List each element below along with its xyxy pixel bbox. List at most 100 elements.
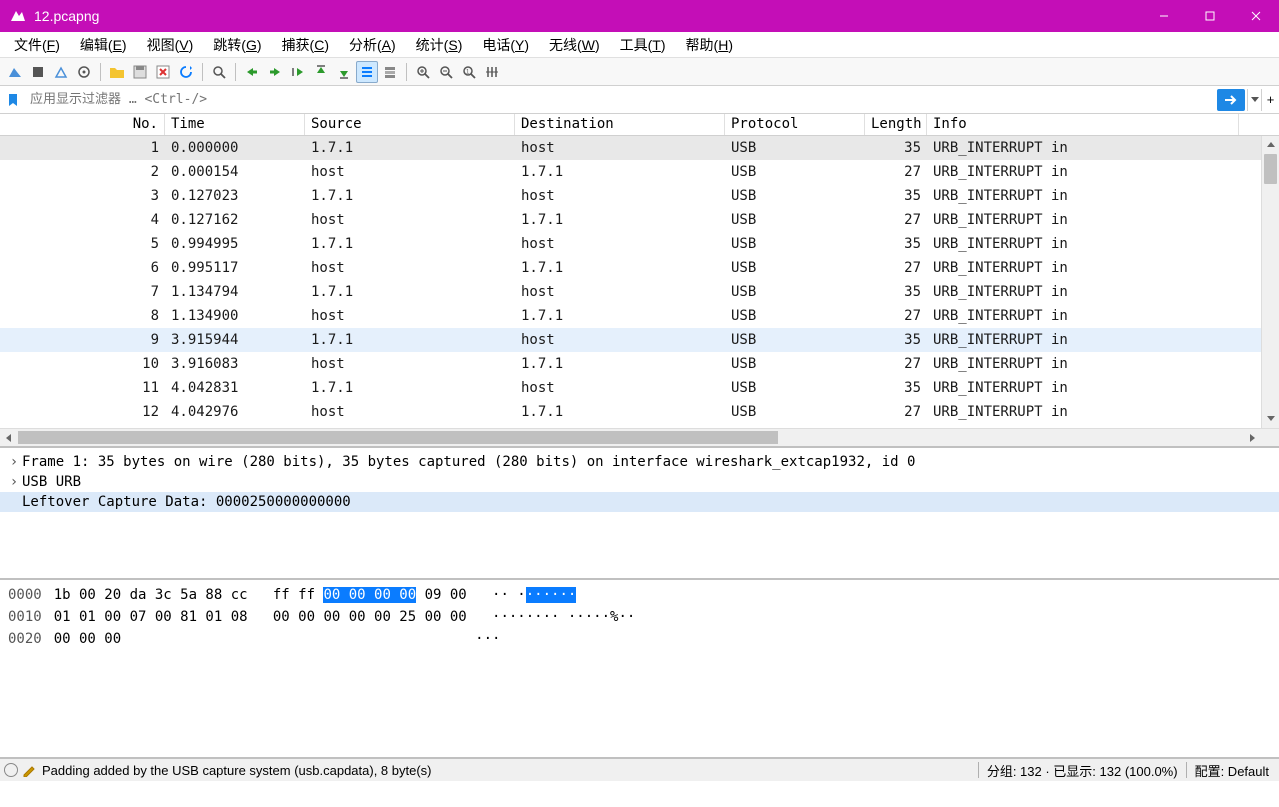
menu-工具t[interactable]: 工具(T) bbox=[612, 33, 674, 57]
menu-统计s[interactable]: 统计(S) bbox=[408, 33, 471, 57]
vertical-scrollbar[interactable] bbox=[1261, 136, 1279, 428]
shark-fin-icon[interactable] bbox=[4, 61, 26, 83]
hex-row[interactable]: 00001b 00 20 da 3c 5a 88 cc ff ff 00 00 … bbox=[8, 584, 1271, 606]
close-file-button[interactable] bbox=[152, 61, 174, 83]
status-bar: Padding added by the USB capture system … bbox=[0, 758, 1279, 781]
packet-row[interactable]: 40.127162host1.7.1USB27URB_INTERRUPT in bbox=[0, 208, 1279, 232]
menu-捕获c[interactable]: 捕获(C) bbox=[274, 33, 337, 57]
menu-分析a[interactable]: 分析(A) bbox=[341, 33, 404, 57]
apply-filter-button[interactable] bbox=[1217, 89, 1245, 111]
scroll-down-button[interactable] bbox=[1262, 410, 1279, 428]
go-back-button[interactable] bbox=[241, 61, 263, 83]
packet-row[interactable]: 81.134900host1.7.1USB27URB_INTERRUPT in bbox=[0, 304, 1279, 328]
menubar: 文件(F)编辑(E)视图(V)跳转(G)捕获(C)分析(A)统计(S)电话(Y)… bbox=[0, 32, 1279, 58]
stop-capture-button[interactable] bbox=[27, 61, 49, 83]
auto-scroll-button[interactable] bbox=[356, 61, 378, 83]
go-forward-button[interactable] bbox=[264, 61, 286, 83]
scroll-up-button[interactable] bbox=[1262, 136, 1279, 154]
window-title: 12.pcapng bbox=[34, 8, 1141, 24]
scrollbar-track[interactable] bbox=[18, 429, 1243, 446]
packet-row[interactable]: 134.2500131.7.1hostUSB35URB INTERRUPT in bbox=[0, 424, 1279, 428]
toolbar-separator bbox=[235, 63, 236, 81]
display-filter-bar: + bbox=[0, 86, 1279, 114]
status-profile[interactable]: 配置: Default bbox=[1189, 761, 1275, 780]
toolbar-separator bbox=[406, 63, 407, 81]
column-header-length[interactable]: Length bbox=[865, 114, 927, 135]
minimize-button[interactable] bbox=[1141, 0, 1187, 32]
menu-帮助h[interactable]: 帮助(H) bbox=[678, 33, 741, 57]
scrollbar-thumb[interactable] bbox=[1264, 154, 1277, 184]
bookmark-icon[interactable] bbox=[2, 89, 24, 111]
display-filter-input[interactable] bbox=[26, 89, 1217, 111]
scrollbar-track[interactable] bbox=[1262, 154, 1279, 410]
scroll-right-button[interactable] bbox=[1243, 429, 1261, 446]
titlebar[interactable]: 12.pcapng bbox=[0, 0, 1279, 32]
packet-row[interactable]: 114.0428311.7.1hostUSB35URB_INTERRUPT in bbox=[0, 376, 1279, 400]
menu-视图v[interactable]: 视图(V) bbox=[139, 33, 202, 57]
expand-icon[interactable]: › bbox=[6, 454, 22, 470]
edit-icon[interactable] bbox=[22, 763, 36, 777]
expand-icon[interactable]: › bbox=[6, 474, 22, 490]
status-packet-count: 分组: 132 · 已显示: 132 (100.0%) bbox=[981, 761, 1184, 780]
menu-电话y[interactable]: 电话(Y) bbox=[474, 33, 537, 57]
go-to-packet-button[interactable] bbox=[287, 61, 309, 83]
resize-columns-button[interactable] bbox=[481, 61, 503, 83]
add-filter-button[interactable]: + bbox=[1261, 89, 1279, 111]
packet-list-header[interactable]: No. Time Source Destination Protocol Len… bbox=[0, 114, 1279, 136]
details-row[interactable]: Leftover Capture Data: 0000250000000000 bbox=[0, 492, 1279, 512]
window-controls bbox=[1141, 0, 1279, 32]
zoom-out-button[interactable] bbox=[435, 61, 457, 83]
scrollbar-thumb[interactable] bbox=[18, 431, 778, 444]
go-last-button[interactable] bbox=[333, 61, 355, 83]
open-file-button[interactable] bbox=[106, 61, 128, 83]
column-header-source[interactable]: Source bbox=[305, 114, 515, 135]
packet-row[interactable]: 50.9949951.7.1hostUSB35URB_INTERRUPT in bbox=[0, 232, 1279, 256]
details-row[interactable]: ›USB URB bbox=[0, 472, 1279, 492]
menu-文件f[interactable]: 文件(F) bbox=[6, 33, 68, 57]
packet-list-body[interactable]: 10.0000001.7.1hostUSB35URB_INTERRUPT in2… bbox=[0, 136, 1279, 428]
zoom-reset-button[interactable]: 1 bbox=[458, 61, 480, 83]
details-text: Frame 1: 35 bytes on wire (280 bits), 35… bbox=[22, 454, 915, 470]
packet-details-pane[interactable]: ›Frame 1: 35 bytes on wire (280 bits), 3… bbox=[0, 448, 1279, 580]
maximize-button[interactable] bbox=[1187, 0, 1233, 32]
close-button[interactable] bbox=[1233, 0, 1279, 32]
menu-无线w[interactable]: 无线(W) bbox=[541, 33, 608, 57]
column-header-time[interactable]: Time bbox=[165, 114, 305, 135]
restart-capture-button[interactable] bbox=[50, 61, 72, 83]
packet-row[interactable]: 30.1270231.7.1hostUSB35URB_INTERRUPT in bbox=[0, 184, 1279, 208]
capture-options-button[interactable] bbox=[73, 61, 95, 83]
find-button[interactable] bbox=[208, 61, 230, 83]
packet-row[interactable]: 71.1347941.7.1hostUSB35URB_INTERRUPT in bbox=[0, 280, 1279, 304]
menu-编辑e[interactable]: 编辑(E) bbox=[72, 33, 135, 57]
expert-info-icon[interactable] bbox=[4, 763, 18, 777]
scroll-left-button[interactable] bbox=[0, 429, 18, 446]
zoom-in-button[interactable] bbox=[412, 61, 434, 83]
column-header-no[interactable]: No. bbox=[0, 114, 165, 135]
column-header-protocol[interactable]: Protocol bbox=[725, 114, 865, 135]
toolbar-separator bbox=[100, 63, 101, 81]
reload-button[interactable] bbox=[175, 61, 197, 83]
toolbar-separator bbox=[202, 63, 203, 81]
main-window: 12.pcapng 文件(F)编辑(E)视图(V)跳转(G)捕获(C)分析(A)… bbox=[0, 0, 1279, 807]
packet-row[interactable]: 124.042976host1.7.1USB27URB_INTERRUPT in bbox=[0, 400, 1279, 424]
hex-row[interactable]: 002000 00 00 ··· bbox=[8, 628, 1271, 650]
packet-bytes-pane[interactable]: 00001b 00 20 da 3c 5a 88 cc ff ff 00 00 … bbox=[0, 580, 1279, 758]
packet-row[interactable]: 103.916083host1.7.1USB27URB_INTERRUPT in bbox=[0, 352, 1279, 376]
column-header-destination[interactable]: Destination bbox=[515, 114, 725, 135]
packet-row[interactable]: 93.9159441.7.1hostUSB35URB_INTERRUPT in bbox=[0, 328, 1279, 352]
menu-跳转g[interactable]: 跳转(G) bbox=[205, 33, 269, 57]
horizontal-scrollbar[interactable] bbox=[0, 428, 1279, 446]
details-row[interactable]: ›Frame 1: 35 bytes on wire (280 bits), 3… bbox=[0, 452, 1279, 472]
details-text: USB URB bbox=[22, 474, 81, 490]
filter-dropdown-button[interactable] bbox=[1247, 89, 1261, 111]
column-header-info[interactable]: Info bbox=[927, 114, 1239, 135]
go-first-button[interactable] bbox=[310, 61, 332, 83]
packet-list-pane: No. Time Source Destination Protocol Len… bbox=[0, 114, 1279, 448]
packet-row[interactable]: 10.0000001.7.1hostUSB35URB_INTERRUPT in bbox=[0, 136, 1279, 160]
colorize-button[interactable] bbox=[379, 61, 401, 83]
save-file-button[interactable] bbox=[129, 61, 151, 83]
packet-row[interactable]: 60.995117host1.7.1USB27URB_INTERRUPT in bbox=[0, 256, 1279, 280]
hex-row[interactable]: 001001 01 00 07 00 81 01 08 00 00 00 00 … bbox=[8, 606, 1271, 628]
toolbar: 1 bbox=[0, 58, 1279, 86]
packet-row[interactable]: 20.000154host1.7.1USB27URB_INTERRUPT in bbox=[0, 160, 1279, 184]
